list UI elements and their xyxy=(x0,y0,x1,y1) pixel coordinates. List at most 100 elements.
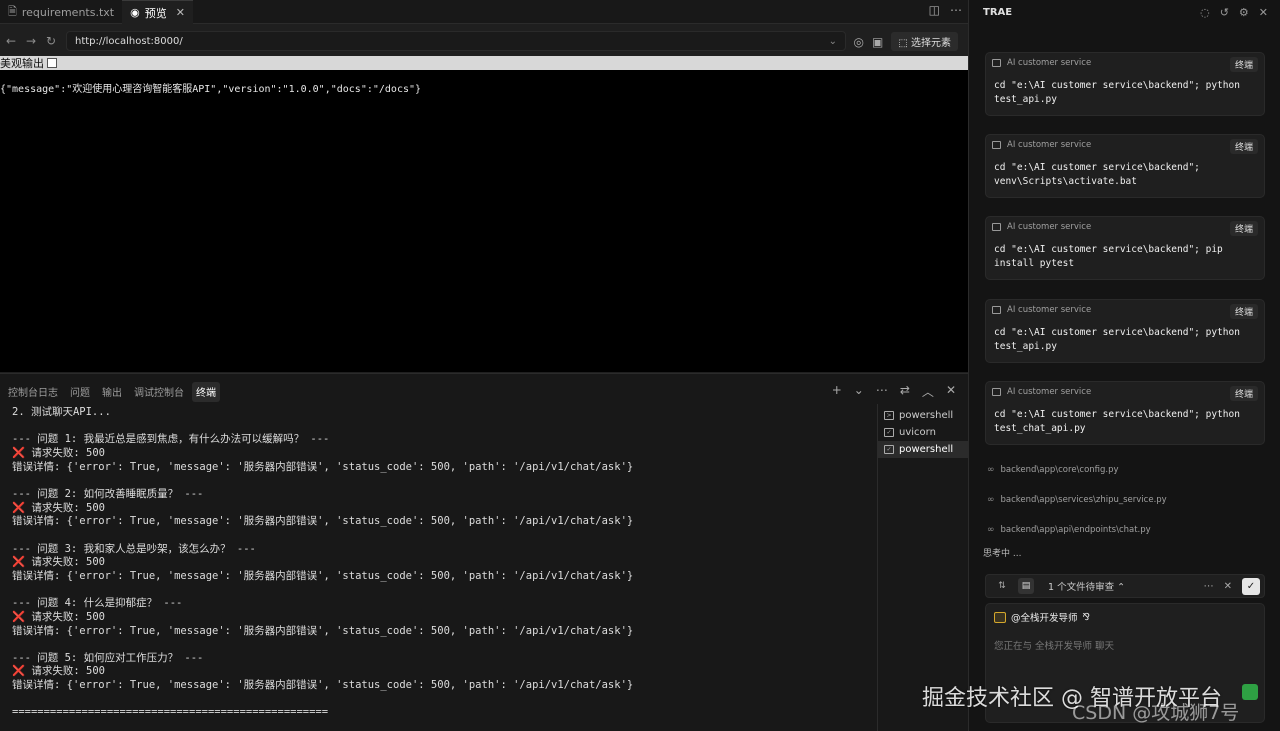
tab-terminal[interactable]: 终端 xyxy=(192,382,220,402)
command-card: AI customer service 终端 cd "e:\AI custome… xyxy=(985,134,1265,198)
error-icon: ❌ xyxy=(12,665,26,678)
error-icon: ❌ xyxy=(12,610,26,623)
more-icon[interactable]: ⋯ xyxy=(950,3,962,17)
chevron-up-icon[interactable]: ︿ xyxy=(922,383,934,400)
file-read-item[interactable]: ∞ backend\app\api\endpoints\chat.py xyxy=(987,525,1151,535)
tab-console-log[interactable]: 控制台日志 xyxy=(4,382,62,402)
terminal-button[interactable]: 终端 xyxy=(1229,139,1258,154)
editor-tabbar: 🗎 requirements.txt ◉ 预览 ✕ ◫ ⋯ xyxy=(0,0,968,24)
glasses-icon: ∞ xyxy=(987,525,995,535)
address-actions: ◎ ▣ ⬚ 选择元素 xyxy=(854,32,958,51)
terminal-line: --- 问题 2: 如何改善睡眠质量？ --- xyxy=(12,487,204,500)
json-response: {"message":"欢迎使用心理咨询智能客服API","version":"… xyxy=(0,84,422,95)
pretty-print-label: 美观输出 xyxy=(0,57,44,70)
send-button[interactable] xyxy=(1242,684,1258,700)
terminal-line: 2. 测试聊天API... xyxy=(12,406,111,418)
file-read-item[interactable]: ∞ backend\app\core\config.py xyxy=(987,465,1119,475)
preview-viewport: {"message":"欢迎使用心理咨询智能客服API","version":"… xyxy=(0,70,968,372)
terminal-line: ❌ 请求失败: 500 xyxy=(12,501,106,514)
terminal-line: --- 问题 5: 如何应对工作压力？ --- xyxy=(12,651,204,664)
tab-problems[interactable]: 问题 xyxy=(66,382,94,402)
reject-icon[interactable]: ✕ xyxy=(1224,581,1232,592)
terminal-output[interactable]: 2. 测试聊天API... --- 问题 1: 我最近总是感到焦虑，有什么办法可… xyxy=(12,406,872,726)
panel-actions: + ⌄ ⋯ ⇄ ︿ ✕ xyxy=(832,383,956,400)
command-text: cd "e:\AI customer service\backend"; pyt… xyxy=(994,80,1246,105)
pretty-print-checkbox[interactable] xyxy=(47,58,57,68)
gear-icon[interactable]: ⚙ xyxy=(1239,6,1249,19)
terminal-line: 错误详情: {'error': True, 'message': '服务器内部错… xyxy=(12,679,634,692)
terminal-line: --- 问题 1: 我最近总是感到焦虑，有什么办法可以缓解吗？ --- xyxy=(12,433,330,446)
error-icon: ❌ xyxy=(12,501,26,514)
trae-sidebar: TRAE ◌ ↺ ⚙ ✕ AI customer service 终端 cd "… xyxy=(968,0,1280,731)
terminal-line: 错误详情: {'error': True, 'message': '服务器内部错… xyxy=(12,569,634,582)
url-input[interactable]: http://localhost:8000/ ⌄ xyxy=(66,31,846,51)
review-label[interactable]: 1 个文件待审查 ⌃ xyxy=(1048,579,1125,593)
target-icon[interactable]: ◎ xyxy=(854,35,864,49)
watermark-secondary: CSDN @攻城狮7号 xyxy=(1072,702,1240,724)
terminal-line: 错误详情: {'error': True, 'message': '服务器内部错… xyxy=(12,460,634,473)
close-icon[interactable]: ✕ xyxy=(946,383,956,400)
close-icon[interactable]: ✕ xyxy=(1259,6,1268,19)
command-card: AI customer service 终端 cd "e:\AI custome… xyxy=(985,216,1265,280)
terminal-line: ❌ 请求失败: 500 xyxy=(12,446,106,459)
swap-icon[interactable]: ⇄ xyxy=(900,383,910,400)
terminal-icon: ✓ xyxy=(884,428,894,437)
accept-button[interactable]: ✓ xyxy=(1242,578,1260,595)
terminal-icon: ✓ xyxy=(884,445,894,454)
back-icon[interactable]: ← xyxy=(2,34,20,48)
select-element-button[interactable]: ⬚ 选择元素 xyxy=(891,32,958,51)
chat-input-placeholder: 您正在与 全栈开发导师 聊天 xyxy=(994,641,1115,652)
more-icon[interactable]: ⋯ xyxy=(1204,581,1214,592)
file-icon: 🗎 xyxy=(8,4,17,18)
close-icon[interactable]: ✕ xyxy=(176,6,185,19)
chevron-down-icon[interactable]: ⌄ xyxy=(854,383,864,400)
terminal-line: 错误详情: {'error': True, 'message': '服务器内部错… xyxy=(12,624,634,637)
error-icon: ❌ xyxy=(12,446,26,459)
tab-output[interactable]: 输出 xyxy=(98,382,126,402)
tab-debug-console[interactable]: 调试控制台 xyxy=(130,382,188,402)
tab-preview[interactable]: ◉ 预览 ✕ xyxy=(122,0,193,24)
terminal-line: ❌ 请求失败: 500 xyxy=(12,665,106,678)
bottom-panel: 控制台日志 问题 输出 调试控制台 终端 + ⌄ ⋯ ⇄ ︿ ✕ 2. 测试聊天… xyxy=(0,373,968,731)
file-read-item[interactable]: ∞ backend\app\services\zhipu_service.py xyxy=(987,495,1167,505)
terminal-button[interactable]: 终端 xyxy=(1229,221,1258,236)
terminal-icon xyxy=(992,59,1001,67)
add-terminal-icon[interactable]: + xyxy=(832,383,842,400)
tab-requirements[interactable]: 🗎 requirements.txt xyxy=(0,0,122,24)
chevron-down-icon[interactable]: ⌄ xyxy=(829,36,837,47)
terminal-button[interactable]: 终端 xyxy=(1229,386,1258,401)
devtools-icon[interactable]: ▣ xyxy=(872,35,883,49)
forward-icon[interactable]: → xyxy=(22,34,40,48)
terminal-button[interactable]: 终端 xyxy=(1229,304,1258,319)
history-icon[interactable]: ↺ xyxy=(1220,6,1229,19)
reload-icon[interactable]: ↻ xyxy=(42,34,60,48)
diff-icon[interactable]: ⇅ xyxy=(994,578,1010,594)
terminal-icon xyxy=(992,306,1001,314)
terminal-session-powershell[interactable]: > powershell xyxy=(878,407,968,424)
terminal-icon xyxy=(992,223,1001,231)
terminal-icon xyxy=(992,388,1001,396)
sidebar-actions: ◌ ↺ ⚙ ✕ xyxy=(1200,6,1268,19)
more-icon[interactable]: ⋯ xyxy=(876,383,888,400)
terminal-session-uvicorn[interactable]: ✓ uvicorn xyxy=(878,424,968,441)
address-bar: ← → ↻ http://localhost:8000/ ⌄ ◎ ▣ ⬚ 选择元… xyxy=(0,28,968,54)
terminal-session-powershell-active[interactable]: ✓ powershell xyxy=(878,441,968,458)
agent-selector[interactable]: @全栈开发导师 ⅋ xyxy=(994,610,1090,624)
swap-agent-icon[interactable]: ⅋ xyxy=(1083,612,1090,623)
split-editor-icon[interactable]: ◫ xyxy=(929,3,940,17)
pretty-print-bar: 美观输出 xyxy=(0,56,968,70)
terminal-line: 错误详情: {'error': True, 'message': '服务器内部错… xyxy=(12,515,634,528)
chat-icon[interactable]: ◌ xyxy=(1200,6,1210,19)
terminal-line: ========================================… xyxy=(12,706,329,719)
command-text: cd "e:\AI customer service\backend"; ven… xyxy=(994,162,1206,187)
terminal-line: ❌ 请求失败: 500 xyxy=(12,610,106,623)
document-icon[interactable]: ▤ xyxy=(1018,578,1034,594)
error-icon: ❌ xyxy=(12,556,26,569)
terminal-button[interactable]: 终端 xyxy=(1229,57,1258,72)
